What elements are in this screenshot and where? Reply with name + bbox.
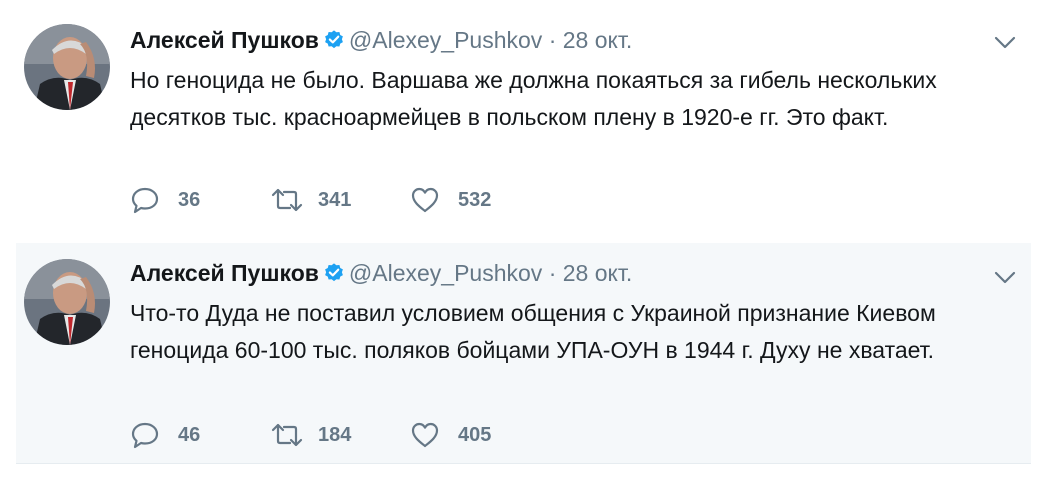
chevron-down-icon[interactable] [993, 269, 1017, 287]
reply-count: 46 [178, 423, 201, 446]
author-username[interactable]: @Alexey_Pushkov [349, 27, 542, 53]
tweet-feed: Алексей Пушков @Alexey_Pushkov · 28 окт. … [0, 0, 1064, 484]
retweet-button[interactable]: 184 [270, 419, 410, 451]
avatar[interactable] [24, 24, 110, 110]
tweet-timestamp[interactable]: 28 окт. [563, 260, 632, 286]
heart-icon [410, 419, 446, 451]
heart-icon [410, 184, 446, 216]
tweet-actions: 36 341 532 [130, 184, 550, 216]
like-count: 405 [458, 423, 492, 446]
reply-bubble-icon [130, 184, 166, 216]
separator-dot: · [548, 260, 557, 286]
tweet-header: Алексей Пушков @Alexey_Pushkov · 28 окт. [130, 24, 632, 59]
separator-dot: · [548, 27, 557, 53]
retweet-button[interactable]: 341 [270, 184, 410, 216]
verified-badge-icon [323, 260, 345, 292]
author-fullname[interactable]: Алексей Пушков [130, 260, 319, 286]
author-username[interactable]: @Alexey_Pushkov [349, 260, 542, 286]
reply-count: 36 [178, 188, 201, 211]
author-fullname[interactable]: Алексей Пушков [130, 27, 319, 53]
tweet-timestamp[interactable]: 28 окт. [563, 27, 632, 53]
tweet-actions: 46 184 405 [130, 419, 550, 451]
tweet-header: Алексей Пушков @Alexey_Pushkov · 28 окт. [130, 257, 632, 292]
verified-badge-icon [323, 27, 345, 59]
retweet-arrows-icon [270, 184, 306, 216]
reply-button[interactable]: 36 [130, 184, 270, 216]
like-button[interactable]: 532 [410, 184, 550, 216]
chevron-down-icon[interactable] [993, 34, 1017, 52]
reply-bubble-icon [130, 419, 166, 451]
reply-button[interactable]: 46 [130, 419, 270, 451]
retweet-count: 184 [318, 423, 352, 446]
like-count: 532 [458, 188, 492, 211]
avatar[interactable] [24, 259, 110, 345]
tweet[interactable]: Алексей Пушков @Alexey_Pushkov · 28 окт. … [16, 0, 1031, 240]
retweet-arrows-icon [270, 419, 306, 451]
tweet[interactable]: Алексей Пушков @Alexey_Pushkov · 28 окт. … [16, 243, 1031, 464]
tweet-text: Но геноцида не было. Варшава же должна п… [130, 67, 937, 130]
retweet-count: 341 [318, 188, 352, 211]
like-button[interactable]: 405 [410, 419, 550, 451]
tweet-text: Что-то Дуда не поставил условием общения… [130, 300, 936, 363]
